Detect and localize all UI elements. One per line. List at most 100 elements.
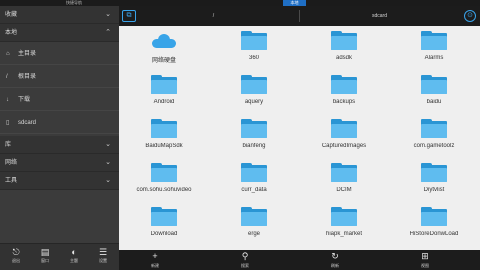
sidebar-section-library[interactable]: 库 ⌄ <box>0 136 119 154</box>
folder-item[interactable]: Download <box>119 204 209 248</box>
exit-icon: ⎋ <box>12 247 20 257</box>
theme-icon: ◐ <box>71 247 77 257</box>
folder-item[interactable]: DCIM <box>299 160 389 204</box>
sidebar-section-label: 网络 <box>5 160 18 166</box>
folder-icon <box>151 207 177 226</box>
folder-icon <box>151 163 177 182</box>
search-button[interactable]: ⚲ 搜索 <box>225 250 265 270</box>
folder-icon <box>241 163 267 182</box>
file-name: Android <box>153 99 175 105</box>
breadcrumb-current[interactable]: sdcard <box>307 6 452 26</box>
window-list-icon[interactable]: ⧉ <box>122 10 136 22</box>
file-name: bianfeng <box>242 143 266 149</box>
chevron-down-icon: ⌄ <box>105 177 111 184</box>
chevron-down-icon: ⌄ <box>105 159 111 166</box>
folder-item[interactable]: hiapk_market <box>299 204 389 248</box>
file-name: CapturedImages <box>321 143 367 149</box>
new-button[interactable]: + 新建 <box>135 250 175 270</box>
exit-label: 退出 <box>12 258 20 263</box>
main-pane: ⧉ / sdcard ⊙ 网络硬盘 360 adsdk Alarms Android aq… <box>119 6 480 270</box>
folder-item[interactable]: Diytvlist <box>389 160 479 204</box>
sidebar-item-label: 下载 <box>18 97 31 103</box>
refresh-button[interactable]: ↻ 刷新 <box>315 250 355 270</box>
history-icon[interactable]: ⊙ <box>464 10 476 22</box>
sidebar-toolbar: ⎋ 退出 ▤ 窗口 ◐ 主题 ☰ 设置 <box>0 243 119 270</box>
refresh-icon: ↻ <box>331 251 339 261</box>
folder-item[interactable]: com.sohu.sohuvideo <box>119 160 209 204</box>
settings-button[interactable]: ☰ 设置 <box>91 246 115 268</box>
file-name: curr_data <box>241 187 267 193</box>
breadcrumb-divider <box>299 10 300 22</box>
folder-item[interactable]: com.gametoolz <box>389 116 479 160</box>
folder-icon <box>151 75 177 94</box>
path-bar: ⧉ / sdcard ⊙ <box>119 6 480 26</box>
file-name: Diytvlist <box>423 187 445 193</box>
view-label: 视图 <box>421 263 429 268</box>
sidebar-item-root[interactable]: / 根目录 <box>0 66 119 88</box>
search-label: 搜索 <box>241 263 249 268</box>
folder-item[interactable]: Android <box>119 72 209 116</box>
refresh-label: 刷新 <box>331 263 339 268</box>
view-button[interactable]: ⊞ 视图 <box>405 250 445 270</box>
chevron-down-icon: ⌄ <box>105 141 111 148</box>
sidebar-section-label: 收藏 <box>5 12 18 18</box>
window-button[interactable]: ▤ 窗口 <box>33 246 57 268</box>
cloud-icon <box>152 34 176 48</box>
file-name: 网络硬盘 <box>151 58 176 64</box>
sidebar-section-favorites[interactable]: 收藏 ⌄ <box>0 6 119 24</box>
chevron-down-icon: ⌄ <box>105 11 111 18</box>
file-name: hiapk_market <box>325 231 363 237</box>
exit-button[interactable]: ⎋ 退出 <box>4 246 28 268</box>
folder-icon <box>421 207 447 226</box>
grid-view-icon: ⊞ <box>421 251 429 261</box>
window-icon: ▤ <box>40 247 50 257</box>
folder-item[interactable]: 360 <box>209 28 299 72</box>
folder-icon <box>331 75 357 94</box>
folder-item[interactable]: backups <box>299 72 389 116</box>
folder-icon <box>421 31 447 50</box>
sidebar: 收藏 ⌄ 本地 ⌃ ⌂ 主目录 / 根目录 ↓ 下载 ▯ sdcard 库 ⌄ … <box>0 6 119 270</box>
action-bar: + 新建 ⚲ 搜索 ↻ 刷新 ⊞ 视图 <box>119 250 480 270</box>
file-name: 360 <box>248 55 259 61</box>
folder-icon <box>151 119 177 138</box>
settings-label: 设置 <box>99 258 107 263</box>
folder-item[interactable]: BaiduMapSdk <box>119 116 209 160</box>
sidebar-item-label: 根目录 <box>18 74 37 80</box>
folder-icon <box>421 163 447 182</box>
theme-label: 主题 <box>70 258 78 263</box>
folder-item[interactable]: bianfeng <box>209 116 299 160</box>
folder-icon <box>241 75 267 94</box>
sidebar-section-local[interactable]: 本地 ⌃ <box>0 24 119 42</box>
folder-icon <box>241 119 267 138</box>
folder-item[interactable]: erge <box>209 204 299 248</box>
folder-icon <box>331 31 357 50</box>
file-name: baidu <box>426 99 442 105</box>
cloud-drive-item[interactable]: 网络硬盘 <box>119 28 209 72</box>
folder-item[interactable]: curr_data <box>209 160 299 204</box>
sidebar-item-label: 主目录 <box>18 51 37 57</box>
folder-item[interactable]: adsdk <box>299 28 389 72</box>
theme-button[interactable]: ◐ 主题 <box>62 246 86 268</box>
folder-item[interactable]: HiStoreDonwLoad <box>389 204 479 248</box>
file-grid: 网络硬盘 360 adsdk Alarms Android aquery backups ba… <box>119 26 480 250</box>
sidebar-section-tools[interactable]: 工具 ⌄ <box>0 172 119 190</box>
sidebar-section-label: 工具 <box>5 178 18 184</box>
folder-icon <box>331 207 357 226</box>
folder-item[interactable]: aquery <box>209 72 299 116</box>
slash-icon: / <box>6 74 8 80</box>
folder-item[interactable]: CapturedImages <box>299 116 389 160</box>
sidebar-section-network[interactable]: 网络 ⌄ <box>0 154 119 172</box>
sidebar-item-download[interactable]: ↓ 下载 <box>0 89 119 111</box>
settings-icon: ☰ <box>98 247 108 257</box>
file-name: Alarms <box>424 55 444 61</box>
folder-item[interactable]: baidu <box>389 72 479 116</box>
file-name: com.gametoolz <box>413 143 455 149</box>
file-name: erge <box>247 231 260 237</box>
sidebar-section-label: 库 <box>5 142 12 148</box>
sidebar-item-home[interactable]: ⌂ 主目录 <box>0 43 119 65</box>
folder-icon <box>421 75 447 94</box>
folder-item[interactable]: Alarms <box>389 28 479 72</box>
breadcrumb-root[interactable]: / <box>141 6 286 26</box>
folder-icon <box>331 163 357 182</box>
sidebar-item-sdcard[interactable]: ▯ sdcard <box>0 112 119 134</box>
